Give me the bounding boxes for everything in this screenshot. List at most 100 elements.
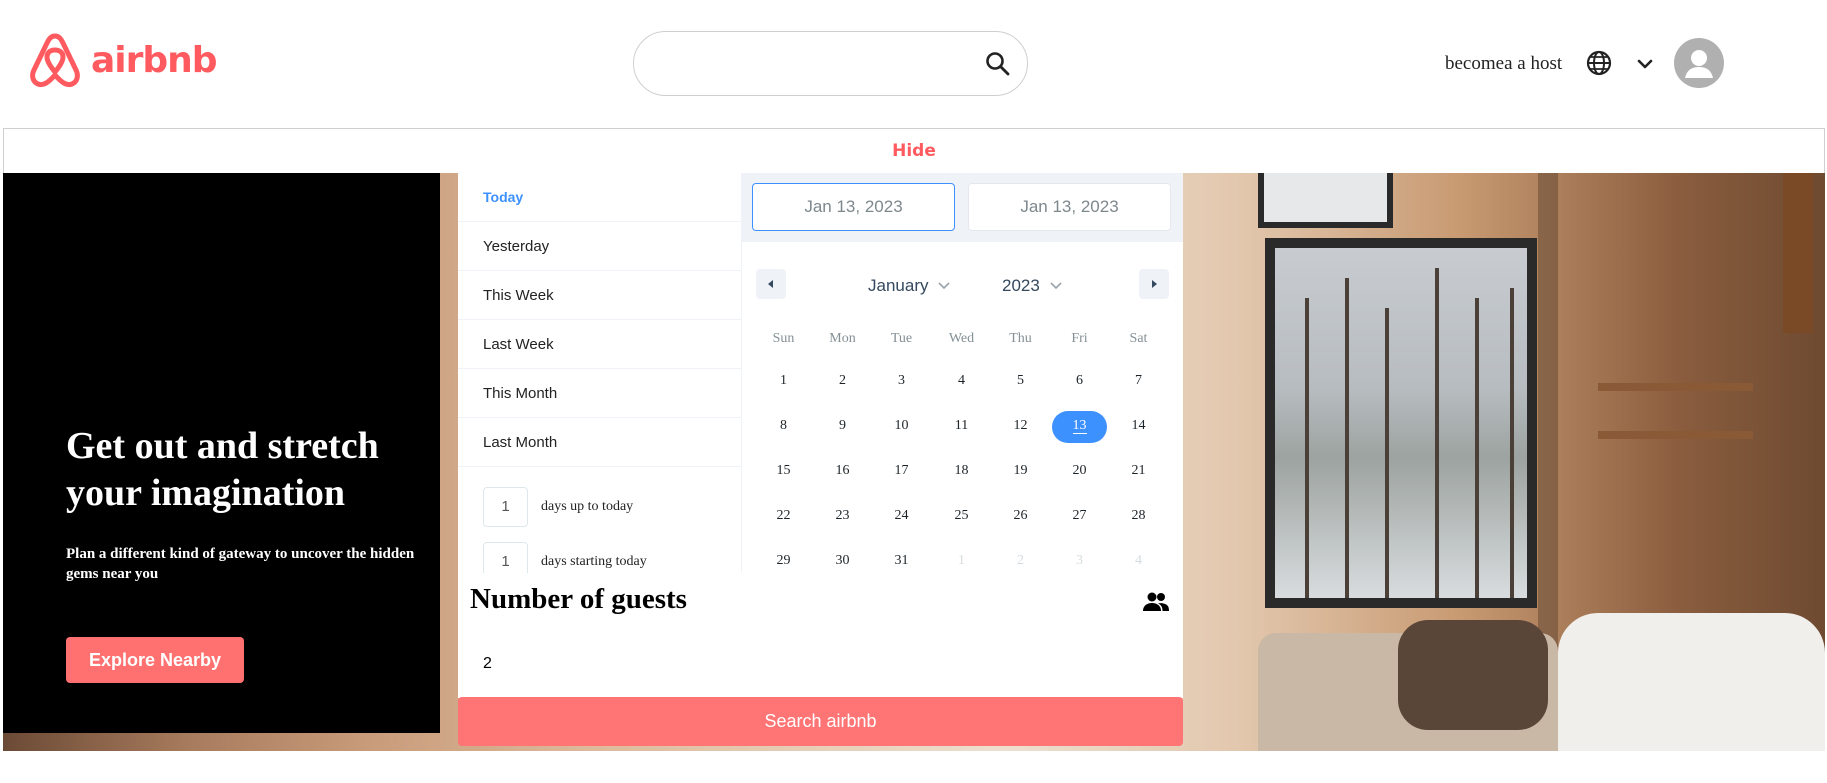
calendar-day-number: 4: [958, 373, 965, 388]
calendar-day-number: 14: [1131, 418, 1146, 433]
start-date-field[interactable]: Jan 13, 2023: [752, 183, 955, 231]
month-select[interactable]: January: [868, 276, 951, 296]
search-icon[interactable]: [985, 51, 1011, 77]
calendar-day[interactable]: 14: [1109, 411, 1168, 441]
next-month-button[interactable]: [1139, 269, 1169, 299]
calendar-day[interactable]: 29: [754, 546, 813, 576]
calendar-day[interactable]: 1: [754, 366, 813, 396]
photo-pillow: [1398, 620, 1548, 730]
range-this-week[interactable]: This Week: [458, 271, 741, 320]
calendar-day-number: 24: [894, 508, 909, 523]
calendar-day-number: 12: [1013, 418, 1028, 433]
hide-button[interactable]: Hide: [892, 141, 936, 161]
prev-month-button[interactable]: [756, 269, 786, 299]
range-last-month[interactable]: Last Month: [458, 418, 741, 467]
calendar-day[interactable]: 30: [813, 546, 872, 576]
photo-window: [1265, 238, 1537, 608]
calendar-day[interactable]: 11: [932, 411, 991, 441]
chevron-down-icon: [1050, 282, 1062, 290]
photo-shelf: [1598, 383, 1753, 391]
days-starting-today-label: days starting today: [541, 553, 647, 569]
calendar-day[interactable]: 20: [1050, 456, 1109, 486]
calendar-day[interactable]: 4: [932, 366, 991, 396]
calendar-day-number: 31: [894, 553, 909, 568]
hero-title: Get out and stretch your imagination: [66, 425, 379, 514]
search-input[interactable]: [633, 31, 1028, 96]
calendar-day[interactable]: 25: [932, 501, 991, 531]
month-value: January: [868, 276, 929, 295]
year-select[interactable]: 2023: [1002, 276, 1062, 296]
calendar-day[interactable]: 3: [872, 366, 931, 396]
range-last-week[interactable]: Last Week: [458, 320, 741, 369]
range-this-month[interactable]: This Month: [458, 369, 741, 418]
guests-input[interactable]: 2: [483, 655, 492, 673]
weekday-label: Thu: [1009, 331, 1032, 346]
calendar-day[interactable]: 27: [1050, 501, 1109, 531]
calendar-day[interactable]: 17: [872, 456, 931, 486]
calendar-day-number: 26: [1013, 508, 1028, 523]
calendar: Jan 13, 2023 Jan 13, 2023 January 2023 S…: [742, 173, 1183, 573]
weekday-label: Tue: [890, 331, 913, 346]
calendar-day-number: 4: [1135, 553, 1142, 568]
avatar[interactable]: [1674, 38, 1724, 88]
airbnb-logo[interactable]: airbnb: [27, 30, 218, 90]
caret-left-icon: [768, 280, 773, 288]
chevron-down-icon[interactable]: [1634, 53, 1656, 75]
calendar-day-number: 13: [1072, 418, 1087, 434]
calendar-day-number: 2: [839, 373, 846, 388]
calendar-day[interactable]: 28: [1109, 501, 1168, 531]
calendar-day[interactable]: 5: [991, 366, 1050, 396]
calendar-day[interactable]: 18: [932, 456, 991, 486]
calendar-day-selected[interactable]: 13: [1050, 411, 1109, 443]
hero-text-panel: Get out and stretch your imagination Pla…: [3, 173, 440, 733]
calendar-day[interactable]: 16: [813, 456, 872, 486]
calendar-day[interactable]: 31: [872, 546, 931, 576]
calendar-day-number: 6: [1076, 373, 1083, 388]
calendar-day[interactable]: 9: [813, 411, 872, 441]
photo-shelf: [1598, 431, 1753, 439]
calendar-day-number: 8: [780, 418, 787, 433]
calendar-day-number: 28: [1131, 508, 1146, 523]
calendar-day[interactable]: 24: [872, 501, 931, 531]
calendar-day-number: 7: [1135, 373, 1142, 388]
calendar-day[interactable]: 7: [1109, 366, 1168, 396]
calendar-day-number: 1: [780, 373, 787, 388]
globe-icon[interactable]: [1585, 49, 1613, 77]
photo-white-sofa: [1558, 613, 1825, 751]
search-airbnb-button[interactable]: Search airbnb: [458, 697, 1183, 746]
weekday-label: Fri: [1071, 331, 1088, 346]
days-up-to-today-input[interactable]: 1: [483, 486, 528, 527]
calendar-day-number: 22: [776, 508, 791, 523]
calendar-day-number: 23: [835, 508, 850, 523]
guests-title: Number of guests: [470, 583, 687, 615]
range-yesterday[interactable]: Yesterday: [458, 222, 741, 271]
calendar-day[interactable]: 12: [991, 411, 1050, 441]
weekday-label: Sun: [772, 331, 795, 346]
year-value: 2023: [1002, 276, 1040, 295]
calendar-day[interactable]: 15: [754, 456, 813, 486]
weekday-label: Mon: [829, 331, 856, 346]
calendar-day[interactable]: 2: [813, 366, 872, 396]
logo-text: airbnb: [91, 39, 218, 81]
calendar-day[interactable]: 23: [813, 501, 872, 531]
end-date-field[interactable]: Jan 13, 2023: [968, 183, 1171, 231]
calendar-day-number: 10: [894, 418, 909, 433]
guests-section: Number of guests 2: [458, 573, 1183, 698]
calendar-day[interactable]: 8: [754, 411, 813, 441]
become-host-link[interactable]: becomea a host: [1445, 53, 1562, 75]
calendar-day[interactable]: 10: [872, 411, 931, 441]
calendar-day[interactable]: 22: [754, 501, 813, 531]
calendar-day[interactable]: 19: [991, 456, 1050, 486]
explore-nearby-button[interactable]: Explore Nearby: [66, 637, 244, 683]
hero-subtitle: Plan a different kind of gateway to unco…: [66, 546, 415, 582]
calendar-day[interactable]: 26: [991, 501, 1050, 531]
airbnb-logo-icon: [30, 33, 80, 88]
calendar-day-number: 9: [839, 418, 846, 433]
calendar-day[interactable]: 21: [1109, 456, 1168, 486]
people-icon: [1143, 592, 1169, 611]
hide-toggle-bar[interactable]: Hide: [3, 128, 1825, 174]
calendar-day-number: 1: [958, 553, 965, 568]
calendar-day-number: 27: [1072, 508, 1087, 523]
range-today[interactable]: Today: [458, 173, 741, 222]
calendar-day[interactable]: 6: [1050, 366, 1109, 396]
